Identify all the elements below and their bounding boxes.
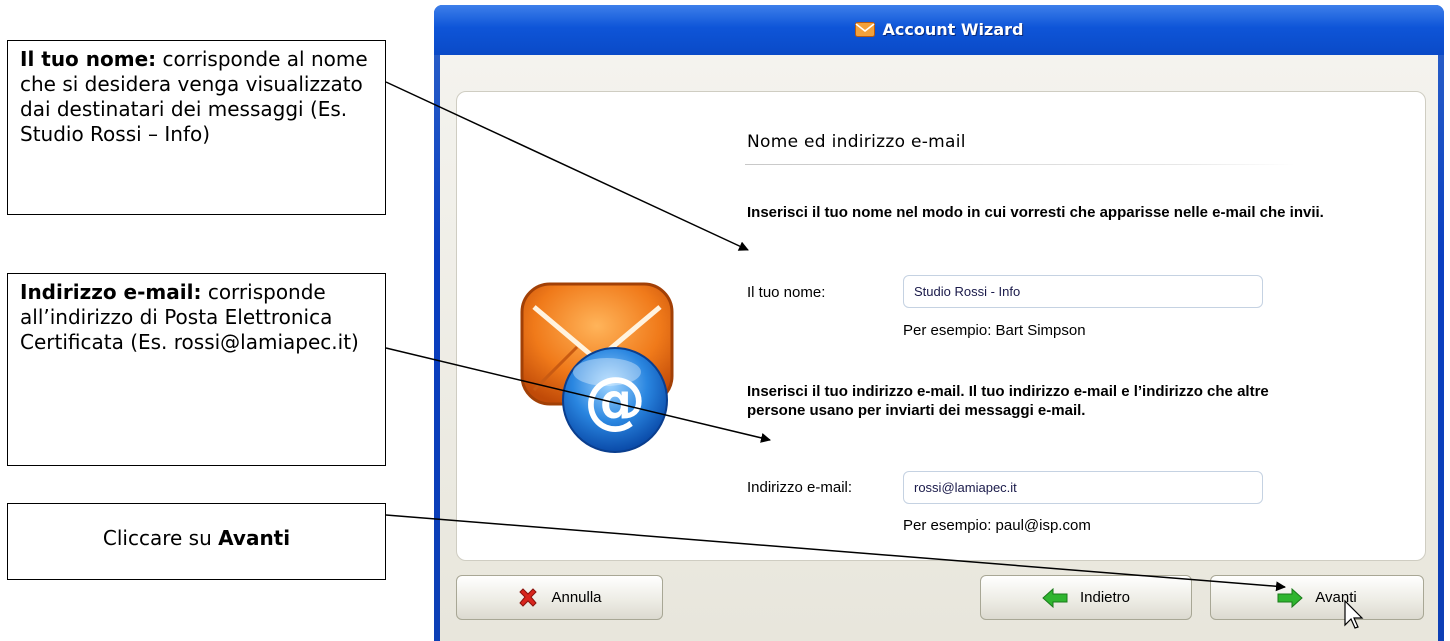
callout-next-text: Cliccare su xyxy=(102,526,219,550)
callout-next-bold: Avanti xyxy=(218,526,291,550)
callout-next: Cliccare su Avanti xyxy=(7,503,386,580)
email-at-icon: @ xyxy=(520,282,674,453)
email-hint: Per esempio: paul@isp.com xyxy=(903,517,1091,534)
email-label: Indirizzo e-mail: xyxy=(747,479,853,496)
cancel-button-label: Annulla xyxy=(551,589,602,606)
green-right-arrow-icon xyxy=(1277,587,1304,608)
name-input[interactable]: Studio Rossi - Info xyxy=(903,275,1263,308)
name-instruction: Inserisci il tuo nome nel modo in cui vo… xyxy=(747,204,1324,221)
callout-name-bold: Il tuo nome: xyxy=(20,47,157,71)
account-wizard-window: Account Wizard @ Nome ed indirizzo e-mai… xyxy=(434,5,1444,641)
callout-name: Il tuo nome: corrisponde al nome che si … xyxy=(7,40,386,215)
svg-text:@: @ xyxy=(584,363,646,436)
wizard-page-panel: @ Nome ed indirizzo e-mail Inserisci il … xyxy=(456,91,1426,561)
red-x-icon xyxy=(519,587,538,607)
heading-divider xyxy=(745,164,1295,165)
name-label: Il tuo nome: xyxy=(747,284,826,301)
email-instruction: Inserisci il tuo indirizzo e-mail. Il tu… xyxy=(747,383,1269,419)
green-left-arrow-icon xyxy=(1042,587,1068,608)
mail-icon xyxy=(854,22,875,38)
email-input[interactable]: rossi@lamiapec.it xyxy=(903,471,1263,504)
window-title: Account Wizard xyxy=(882,20,1024,40)
name-hint: Per esempio: Bart Simpson xyxy=(903,322,1086,339)
back-button-label: Indietro xyxy=(1079,589,1131,606)
page-heading: Nome ed indirizzo e-mail xyxy=(747,132,966,152)
title-bar[interactable]: Account Wizard xyxy=(434,5,1444,55)
next-button-label: Avanti xyxy=(1315,589,1357,606)
wizard-client-area: @ Nome ed indirizzo e-mail Inserisci il … xyxy=(440,55,1438,641)
callout-email: Indirizzo e-mail: corrisponde all’indiri… xyxy=(7,273,386,466)
callout-email-bold: Indirizzo e-mail: xyxy=(20,280,202,304)
cancel-button[interactable]: Annulla xyxy=(456,575,663,620)
back-button[interactable]: Indietro xyxy=(980,575,1192,620)
next-button[interactable]: Avanti xyxy=(1210,575,1424,620)
